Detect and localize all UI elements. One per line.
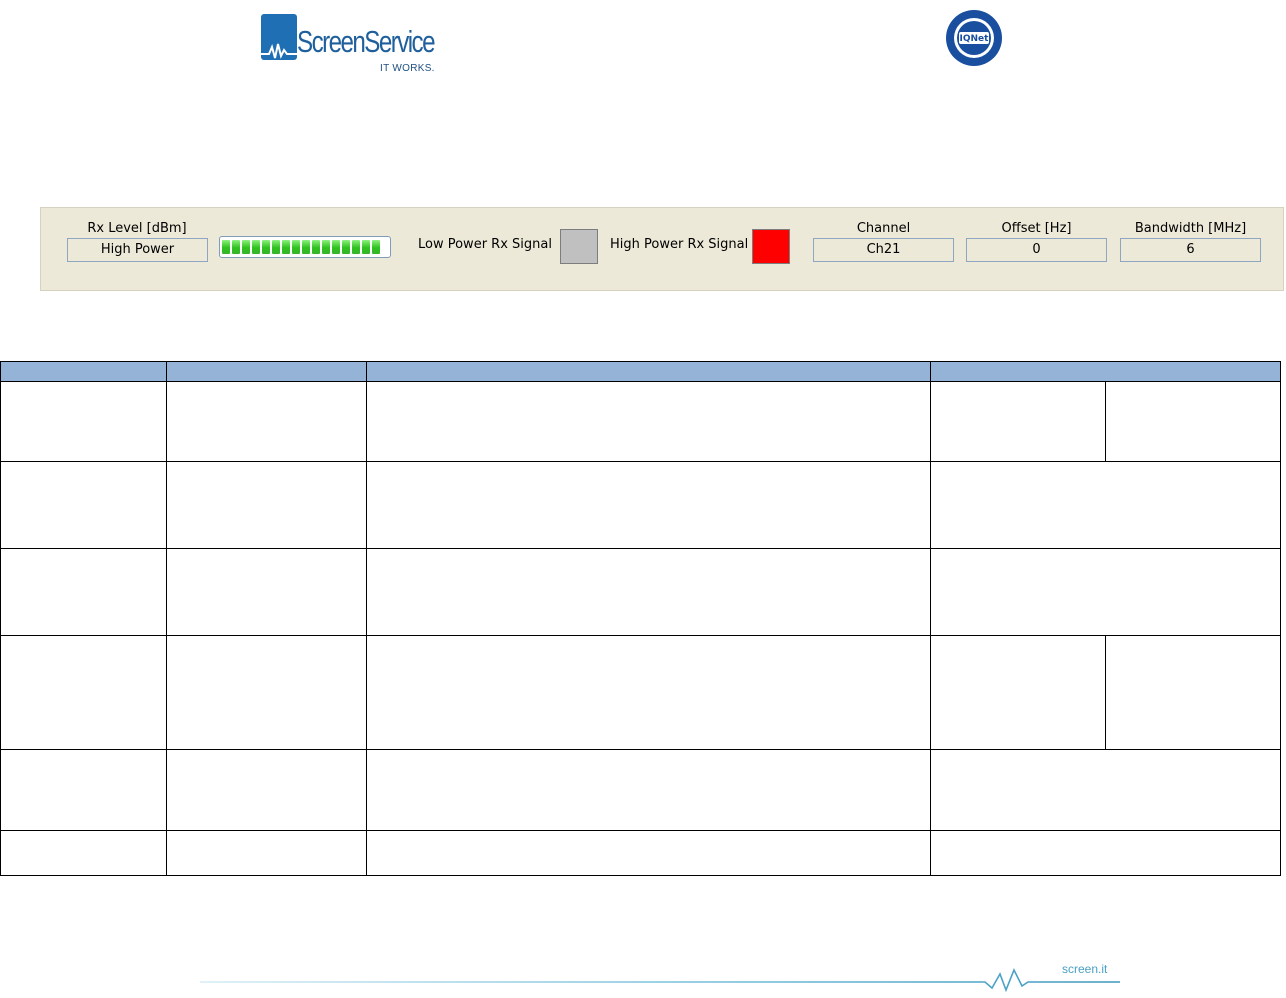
table-header-cell xyxy=(930,361,1281,382)
table-row xyxy=(0,635,1281,750)
rx-level-field: High Power xyxy=(67,238,208,262)
level-meter-segment xyxy=(232,240,240,254)
table-cell xyxy=(930,635,1106,750)
level-meter-segment xyxy=(352,240,360,254)
low-power-rx-signal-label: Low Power Rx Signal xyxy=(418,237,552,252)
screenservice-tagline: IT WORKS. xyxy=(380,63,435,74)
table-cell xyxy=(1105,381,1281,462)
table-cell xyxy=(166,548,367,636)
high-power-rx-signal-label: High Power Rx Signal xyxy=(610,237,749,252)
table-cell xyxy=(930,548,1281,636)
table-row xyxy=(0,548,1281,636)
table-row xyxy=(0,381,1281,462)
table-cell xyxy=(0,749,167,831)
level-meter-segment xyxy=(322,240,330,254)
table-row xyxy=(0,461,1281,549)
level-meter-segment xyxy=(372,240,380,254)
signal-status-panel: Rx Level [dBm] High Power Low Power Rx S… xyxy=(40,207,1284,291)
level-meter-segment xyxy=(362,240,370,254)
level-meter-segment xyxy=(262,240,270,254)
level-meter-segment xyxy=(222,240,230,254)
table-cell xyxy=(0,830,167,876)
table-row xyxy=(0,830,1281,876)
level-meter-segment xyxy=(292,240,300,254)
rx-level-label: Rx Level [dBm] xyxy=(87,221,187,236)
bandwidth-field: 6 xyxy=(1120,238,1261,262)
table-cell xyxy=(366,461,931,549)
table-cell xyxy=(166,635,367,750)
table-header-cell xyxy=(166,361,367,382)
iqnet-seal-text: IQNet xyxy=(960,34,990,44)
table-cell xyxy=(0,381,167,462)
bandwidth-label: Bandwidth [MHz] xyxy=(1134,221,1247,236)
footer-site-url: screen.it xyxy=(1062,962,1108,976)
table-cell xyxy=(166,461,367,549)
low-power-rx-signal-indicator xyxy=(560,229,598,264)
table-cell xyxy=(366,830,931,876)
level-meter-segment xyxy=(252,240,260,254)
footer-wave-line xyxy=(200,968,1120,993)
channel-field: Ch21 xyxy=(813,238,954,262)
table-cell xyxy=(930,749,1281,831)
level-meter-segment xyxy=(242,240,250,254)
table-cell xyxy=(0,635,167,750)
level-meter-segment xyxy=(312,240,320,254)
level-meter-segment xyxy=(282,240,290,254)
table-cell xyxy=(930,461,1281,549)
iqnet-seal-icon: IQNet xyxy=(946,10,1002,66)
table-row xyxy=(0,749,1281,831)
table-header-row xyxy=(0,361,1281,382)
screenservice-brand-text: ScreenService xyxy=(297,24,436,59)
table-header-cell xyxy=(366,361,931,382)
screenservice-logo: ScreenService IT WORKS. xyxy=(261,14,441,76)
level-meter-segment xyxy=(342,240,350,254)
level-meter-segment xyxy=(332,240,340,254)
table-header-cell xyxy=(0,361,167,382)
table-cell xyxy=(0,548,167,636)
table-cell xyxy=(0,461,167,549)
table-cell xyxy=(166,381,367,462)
level-meter-segment xyxy=(302,240,310,254)
table-cell xyxy=(366,381,931,462)
table-cell xyxy=(366,548,931,636)
table-cell xyxy=(930,381,1106,462)
table-cell xyxy=(366,635,931,750)
rx-level-meter xyxy=(219,236,391,258)
table-cell xyxy=(1105,635,1281,750)
offset-label: Offset [Hz] xyxy=(1001,221,1072,236)
table-cell xyxy=(930,830,1281,876)
screenservice-logo-mark xyxy=(261,14,297,60)
offset-field: 0 xyxy=(966,238,1107,262)
level-meter-segment xyxy=(272,240,280,254)
channel-label: Channel xyxy=(856,221,911,236)
high-power-rx-signal-indicator xyxy=(752,229,790,264)
table-cell xyxy=(166,749,367,831)
table-cell xyxy=(166,830,367,876)
table-cell xyxy=(366,749,931,831)
iqnet-certification-logo: IQNet xyxy=(945,9,1003,67)
page-footer: screen.it xyxy=(200,958,1120,994)
specification-table xyxy=(0,361,1281,876)
